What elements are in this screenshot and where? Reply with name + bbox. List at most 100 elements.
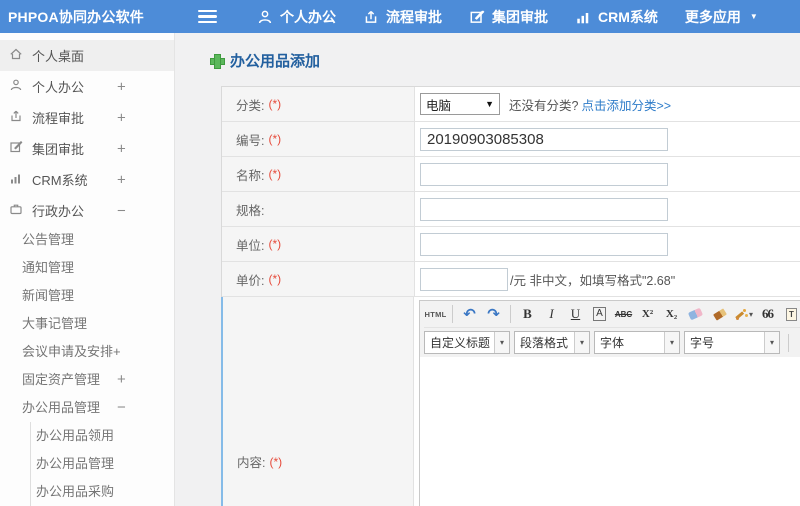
superscript-icon: X² bbox=[641, 308, 654, 320]
sidebar-item-notice-mgmt[interactable]: 通知管理 bbox=[0, 254, 174, 282]
sidebar-item-crm[interactable]: CRM系统 + bbox=[0, 164, 174, 195]
menu-toggle-icon[interactable] bbox=[198, 10, 217, 23]
caret-down-icon: ▾ bbox=[664, 332, 679, 353]
sidebar-item-news-mgmt[interactable]: 新闻管理 bbox=[0, 282, 174, 310]
required-marker: (*) bbox=[268, 167, 282, 181]
admin-office-submenu: 公告管理 通知管理 新闻管理 大事记管理 会议申请及安排+ 固定资产管理 + 办… bbox=[0, 226, 174, 506]
nav-more-apps[interactable]: 更多应用 ▼ bbox=[685, 7, 758, 27]
required-marker: (*) bbox=[268, 97, 282, 111]
sidebar-item-fixed-assets-mgmt[interactable]: 固定资产管理 + bbox=[0, 366, 174, 394]
heading-style-select[interactable]: 自定义标题 ▾ bbox=[424, 331, 510, 354]
subscript-icon: X₂ bbox=[665, 308, 678, 320]
magic-wand-icon bbox=[734, 308, 747, 321]
form-row-content: 内容: (*) HTML ↶ ↷ B I U A ABC X² X₂ ▾ 66 … bbox=[221, 297, 800, 506]
eraser-icon bbox=[687, 307, 704, 321]
collapse-minus-icon[interactable]: − bbox=[117, 394, 126, 422]
superscript-button[interactable]: X² bbox=[636, 303, 659, 326]
underline-icon: U bbox=[570, 306, 581, 321]
unit-input[interactable] bbox=[420, 232, 668, 256]
form-row-category: 分类: (*) 电脑 ▼ 还没有分类? 点击添加分类>> bbox=[222, 87, 800, 122]
underline-button[interactable]: U bbox=[564, 303, 587, 326]
required-marker: (*) bbox=[268, 272, 282, 286]
main-content: 办公用品添加 分类: (*) 电脑 ▼ 还没有分类? 点击添加分类>> 编号: … bbox=[175, 33, 800, 506]
sidebar-item-group-approval[interactable]: 集团审批 + bbox=[0, 133, 174, 164]
category-select[interactable]: 电脑 ▼ bbox=[420, 93, 500, 115]
add-icon bbox=[210, 54, 225, 69]
spec-input[interactable] bbox=[420, 197, 668, 221]
price-suffix-hint: /元 非中文，如填写格式"2.68" bbox=[510, 273, 676, 288]
source-code-button[interactable]: HTML bbox=[424, 303, 447, 326]
sidebar-item-supplies-claim[interactable]: 办公用品领用 bbox=[31, 422, 174, 450]
caret-down-icon: ▾ bbox=[494, 332, 509, 353]
nav-group-approval[interactable]: 集团审批 bbox=[469, 7, 548, 27]
price-label: 单价: bbox=[236, 273, 265, 288]
sidebar-item-meeting-mgmt[interactable]: 会议申请及安排+ bbox=[0, 338, 174, 366]
font-style-button[interactable]: A bbox=[588, 303, 611, 326]
redo-button[interactable]: ↷ bbox=[482, 303, 505, 326]
collapse-minus-icon[interactable]: − bbox=[117, 202, 126, 219]
user-icon bbox=[9, 78, 32, 95]
remove-format-button[interactable] bbox=[684, 303, 707, 326]
add-category-link[interactable]: 点击添加分类>> bbox=[581, 95, 671, 114]
code-input[interactable] bbox=[420, 127, 668, 151]
sidebar: 个人桌面 个人办公 + 流程审批 + 集团审批 + CRM系统 + 行政办公 − bbox=[0, 33, 175, 506]
sidebar-item-personal-office[interactable]: 个人办公 + bbox=[0, 71, 174, 102]
paragraph-format-select[interactable]: 段落格式 ▾ bbox=[514, 331, 590, 354]
paste-as-text-button[interactable]: T bbox=[780, 303, 800, 326]
sidebar-item-announcement-mgmt[interactable]: 公告管理 bbox=[0, 226, 174, 254]
form-row-name: 名称: (*) bbox=[222, 157, 800, 192]
quote-icon: 66 bbox=[762, 306, 774, 321]
price-input[interactable] bbox=[420, 267, 508, 291]
briefcase-icon bbox=[9, 202, 32, 219]
caret-down-icon: ▼ bbox=[749, 12, 758, 21]
sidebar-item-events-mgmt[interactable]: 大事记管理 bbox=[0, 310, 174, 338]
subscript-button[interactable]: X₂ bbox=[660, 303, 683, 326]
name-input[interactable] bbox=[420, 162, 668, 186]
blockquote-button[interactable]: 66 bbox=[756, 303, 779, 326]
bold-button[interactable]: B bbox=[516, 303, 539, 326]
workflow-icon bbox=[363, 9, 379, 25]
top-navigation: 个人办公 流程审批 集团审批 CRM系统 更多应用 ▼ bbox=[257, 7, 785, 27]
quick-format-button[interactable]: ▾ bbox=[732, 303, 755, 326]
editor-toolbar: HTML ↶ ↷ B I U A ABC X² X₂ ▾ 66 T 自定义标题 … bbox=[420, 301, 800, 357]
brush-icon bbox=[712, 307, 727, 321]
sidebar-item-admin-office[interactable]: 行政办公 − bbox=[0, 195, 174, 226]
caret-down-icon: ▾ bbox=[764, 332, 779, 353]
nav-personal-office[interactable]: 个人办公 bbox=[257, 7, 336, 27]
undo-icon: ↶ bbox=[463, 306, 476, 323]
home-icon bbox=[9, 47, 32, 64]
form-row-unit: 单位: (*) bbox=[222, 227, 800, 262]
expand-plus-icon[interactable]: + bbox=[117, 78, 126, 95]
expand-plus-icon[interactable]: + bbox=[117, 171, 126, 188]
expand-plus-icon[interactable]: + bbox=[117, 140, 126, 157]
form-row-spec: 规格: bbox=[222, 192, 800, 227]
expand-plus-icon[interactable]: + bbox=[117, 109, 126, 126]
sidebar-item-workflow-approval[interactable]: 流程审批 + bbox=[0, 102, 174, 133]
font-box-icon: A bbox=[593, 307, 606, 321]
expand-plus-icon[interactable]: + bbox=[117, 366, 126, 394]
nav-crm-system[interactable]: CRM系统 bbox=[575, 7, 658, 27]
required-marker: (*) bbox=[268, 132, 282, 146]
italic-button[interactable]: I bbox=[540, 303, 563, 326]
required-marker: (*) bbox=[268, 237, 282, 251]
required-marker: (*) bbox=[269, 454, 283, 469]
sidebar-item-office-supplies-mgmt[interactable]: 办公用品管理 − bbox=[0, 394, 174, 422]
font-family-select[interactable]: 字体 ▾ bbox=[594, 331, 680, 354]
editor-content-area[interactable] bbox=[420, 357, 800, 506]
bar-chart-icon bbox=[9, 171, 32, 188]
strikethrough-button[interactable]: ABC bbox=[612, 303, 635, 326]
undo-button[interactable]: ↶ bbox=[458, 303, 481, 326]
app-logo[interactable]: PHPOA协同办公软件 bbox=[0, 7, 175, 27]
bold-icon: B bbox=[523, 306, 532, 321]
sidebar-item-supplies-manage[interactable]: 办公用品管理 bbox=[31, 450, 174, 478]
sidebar-item-supplies-purchase[interactable]: 办公用品采购 bbox=[31, 478, 174, 506]
sidebar-item-desktop[interactable]: 个人桌面 bbox=[0, 40, 174, 71]
format-brush-button[interactable] bbox=[708, 303, 731, 326]
edit-icon bbox=[469, 9, 485, 25]
font-size-select[interactable]: 字号 ▾ bbox=[684, 331, 780, 354]
page-title: 办公用品添加 bbox=[210, 50, 800, 71]
nav-workflow-approval[interactable]: 流程审批 bbox=[363, 7, 442, 27]
category-hint: 还没有分类? bbox=[509, 98, 579, 113]
category-label: 分类: bbox=[236, 98, 265, 113]
edit-icon bbox=[9, 140, 32, 157]
